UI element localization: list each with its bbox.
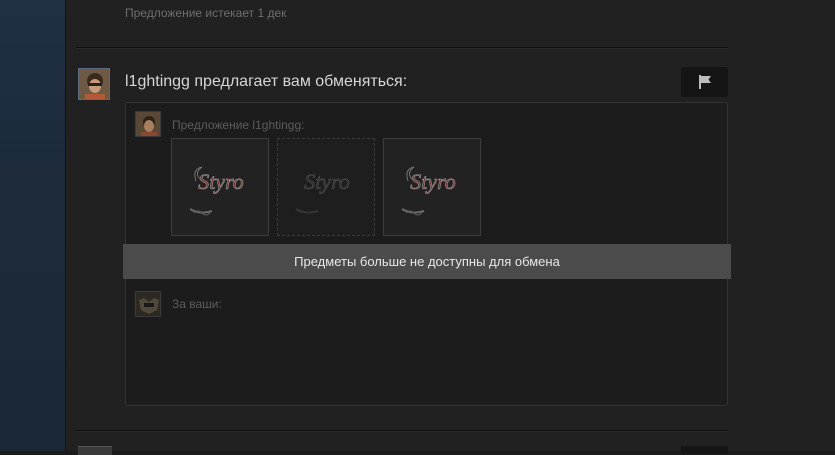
next-offer-report-button[interactable]	[681, 446, 728, 454]
your-offer-label: За ваши:	[172, 297, 222, 311]
flag-icon	[698, 75, 711, 89]
previous-offer-expiry: Предложение истекает 1 дек	[125, 6, 287, 20]
offer-headline: l1ghtingg предлагает вам обменяться:	[125, 73, 408, 90]
svg-text:Styro: Styro	[304, 169, 350, 194]
item-image: Styro	[401, 166, 456, 216]
trade-item-missing[interactable]: Styro	[277, 138, 375, 236]
report-button[interactable]	[681, 67, 728, 97]
trade-item[interactable]: Styro	[383, 138, 481, 236]
their-avatar[interactable]	[135, 111, 161, 137]
item-image: Styro	[189, 166, 244, 216]
divider	[76, 47, 728, 49]
divider	[76, 430, 728, 432]
their-offer-label: Предложение l1ghtingg:	[172, 118, 305, 132]
partner-avatar[interactable]	[78, 68, 110, 100]
items-unavailable-text: Предметы больше не доступны для обмена	[294, 254, 560, 269]
svg-text:Styro: Styro	[198, 169, 244, 194]
your-avatar[interactable]	[135, 291, 161, 317]
svg-text:Styro: Styro	[410, 169, 456, 194]
trade-item[interactable]: Styro	[171, 138, 269, 236]
left-sidebar-strip	[0, 0, 66, 451]
items-unavailable-banner: Предметы больше не доступны для обмена	[123, 244, 731, 279]
item-image: Styro	[295, 169, 350, 214]
